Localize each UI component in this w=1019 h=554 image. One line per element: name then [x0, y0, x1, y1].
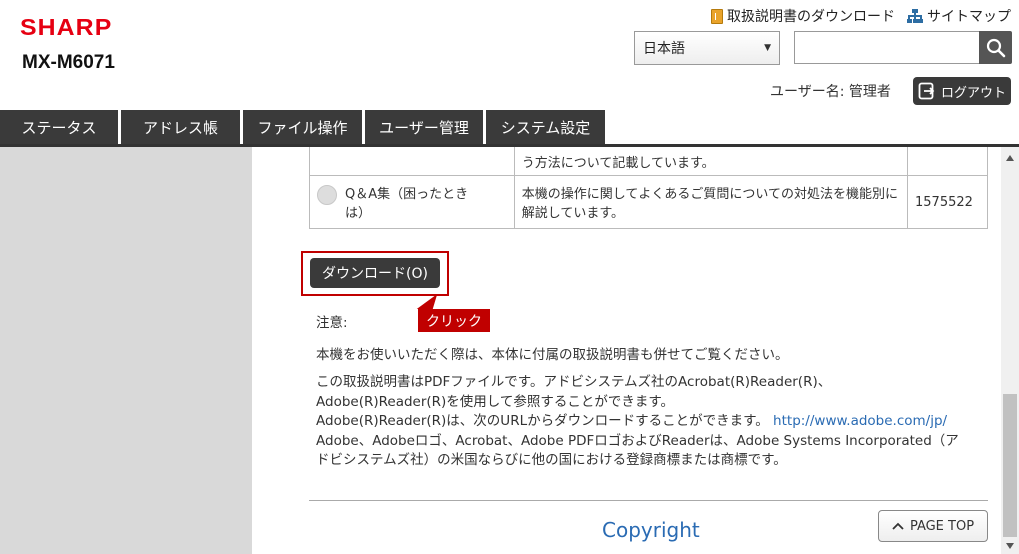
tab-system-settings[interactable]: システム設定	[486, 110, 605, 145]
search-icon	[986, 38, 1005, 57]
manual-table: う方法について記載しています。 Q＆A集（困ったとき は） 本機の操作に関してよ…	[309, 147, 988, 229]
download-button[interactable]: ダウンロード(O)	[310, 258, 440, 288]
model-name: MX-M6071	[22, 52, 115, 73]
scrollbar-thumb[interactable]	[1003, 394, 1017, 537]
tab-file-operations[interactable]: ファイル操作	[243, 110, 362, 145]
footer-divider	[309, 500, 988, 501]
table-cell-size: 1575522	[907, 175, 988, 229]
tab-status[interactable]: ステータス	[0, 110, 118, 145]
scroll-down-arrow-icon	[1006, 543, 1014, 549]
sitemap-link[interactable]: サイトマップ	[907, 6, 1011, 26]
header: SHARP MX-M6071 取扱説明書のダウンロード サイトマップ 日本語 ▼	[0, 0, 1019, 110]
scroll-up-arrow-icon	[1006, 155, 1014, 161]
adobe-url-link[interactable]: http://www.adobe.com/jp/	[773, 413, 947, 429]
table-cell-desc-cont: 解説しています。	[521, 206, 625, 221]
notes-line: ドビシステムズ社）の米国ならびに他の国における登録商標または商標です。	[316, 452, 787, 468]
brand-logo: SHARP	[20, 14, 113, 40]
language-select[interactable]: 日本語 ▼	[634, 31, 780, 65]
logout-label: ログアウト	[940, 85, 1006, 101]
document-radio[interactable]	[317, 185, 337, 205]
notes-section: 注意: 本機をお使いいただく際は、本体に付属の取扱説明書も併せてご覧ください。 …	[316, 314, 986, 471]
username-label: ユーザー名: 管理者	[770, 84, 891, 100]
dropdown-arrow-icon: ▼	[764, 43, 771, 53]
table-cell-name: Q＆A集（困ったとき	[345, 187, 469, 202]
notes-line: この取扱説明書はPDFファイルです。アドビシステムズ社のAcrobat(R)Re…	[316, 374, 832, 390]
chevron-up-icon	[892, 522, 904, 530]
notes-line: Adobe、Adobeロゴ、Acrobat、Adobe PDFロゴおよびRead…	[316, 432, 959, 449]
main-nav: ステータス アドレス帳 ファイル操作 ユーザー管理 システム設定	[0, 110, 1019, 145]
search-button[interactable]	[979, 31, 1012, 64]
manual-download-link[interactable]: 取扱説明書のダウンロード	[711, 6, 895, 26]
scroll-up-button[interactable]	[1001, 151, 1019, 165]
sitemap-label: サイトマップ	[927, 9, 1011, 25]
copyright-link[interactable]: Copyright	[602, 518, 700, 542]
tab-address-book[interactable]: アドレス帳	[121, 110, 240, 145]
sitemap-icon	[907, 9, 923, 23]
language-selected-value: 日本語	[643, 41, 685, 57]
callout-pointer	[416, 294, 444, 309]
manual-book-icon	[711, 8, 723, 24]
notes-line: 本機をお使いいただく際は、本体に付属の取扱説明書も併せてご覧ください。	[316, 346, 789, 363]
logout-icon	[918, 82, 935, 100]
notes-line: Adobe(R)Reader(R)は、次のURLからダウンロードすることができま…	[316, 413, 769, 429]
search-input[interactable]	[794, 31, 980, 64]
page-top-button[interactable]: PAGE TOP	[878, 510, 988, 542]
table-row: Q＆A集（困ったとき は） 本機の操作に関してよくあるご質問についての対処法を機…	[309, 175, 988, 229]
scroll-down-button[interactable]	[1001, 539, 1019, 553]
notes-title: 注意:	[316, 315, 348, 331]
left-sidebar	[0, 147, 252, 554]
logout-button[interactable]: ログアウト	[913, 77, 1011, 105]
tab-user-management[interactable]: ユーザー管理	[365, 110, 483, 145]
page-top-label: PAGE TOP	[909, 518, 975, 534]
table-row: う方法について記載しています。	[309, 147, 988, 176]
notes-line: Adobe(R)Reader(R)を使用して参照することができます。	[316, 393, 675, 410]
main-content: う方法について記載しています。 Q＆A集（困ったとき は） 本機の操作に関してよ…	[252, 147, 1001, 554]
table-cell-desc: う方法について記載しています。	[513, 147, 909, 176]
vertical-scrollbar[interactable]	[1001, 147, 1019, 554]
manual-download-label: 取扱説明書のダウンロード	[727, 9, 895, 25]
top-links: 取扱説明書のダウンロード サイトマップ	[711, 6, 1011, 26]
table-cell-name-cont: は）	[345, 206, 372, 221]
table-cell-desc: 本機の操作に関してよくあるご質問についての対処法を機能別に	[521, 187, 898, 202]
